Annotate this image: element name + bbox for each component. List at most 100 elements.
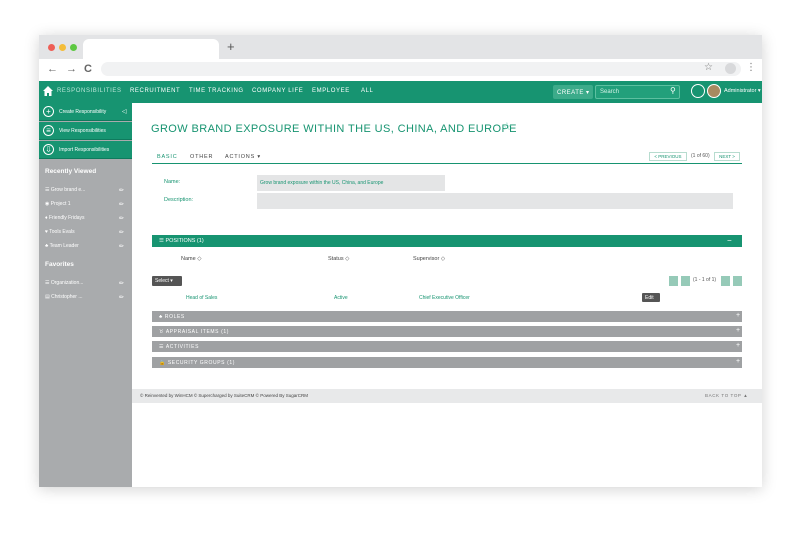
search-input[interactable]: Search xyxy=(595,85,680,99)
roles-subpanel[interactable]: ♣ ROLES + xyxy=(152,311,742,322)
description-value xyxy=(257,193,733,209)
sidebar-action-label: View Responsibilities xyxy=(59,128,106,134)
roles-title: ♣ ROLES xyxy=(159,314,185,320)
list-icon: ≡ xyxy=(43,125,54,136)
new-tab-button[interactable]: + xyxy=(227,40,235,54)
profile-icon[interactable] xyxy=(725,63,736,74)
sidebar-view-responsibilities[interactable]: ≡ View Responsibilities xyxy=(39,122,132,140)
security-groups-subpanel[interactable]: 🔒 SECURITY GROUPS (1) + xyxy=(152,357,742,368)
url-input[interactable] xyxy=(101,62,741,76)
activities-subpanel[interactable]: ☰ ACTIVITIES + xyxy=(152,341,742,352)
detail-tabs: BASIC OTHER ACTIONS ▾ < PREVIOUS (1 of 6… xyxy=(152,152,742,164)
pencil-icon[interactable]: ✏ xyxy=(119,280,124,287)
import-icon: ⇩ xyxy=(43,144,54,155)
main-nav: RESPONSIBILITIES RECRUITMENT TIME TRACKI… xyxy=(39,81,762,103)
create-button[interactable]: CREATE ▾ xyxy=(553,85,593,99)
next-button[interactable]: NEXT > xyxy=(714,152,740,161)
next-page-icon[interactable] xyxy=(721,276,730,286)
column-supervisor[interactable]: Supervisor ◇ xyxy=(413,256,445,262)
position-status: Active xyxy=(334,295,348,301)
pencil-icon[interactable]: ✏ xyxy=(119,294,124,301)
activities-title: ☰ ACTIVITIES xyxy=(159,344,200,350)
first-page-icon[interactable] xyxy=(669,276,678,286)
search-icon[interactable]: ⚲ xyxy=(670,86,676,95)
footer: © Reinvented by WinHCM © Supercharged by… xyxy=(132,389,762,403)
expand-icon[interactable]: + xyxy=(736,312,740,319)
recent-item[interactable]: ♥ Tools Evals ✏ xyxy=(45,229,127,239)
sidebar-create-responsibility[interactable]: + Create Responsibility ◁ xyxy=(39,103,132,121)
recent-item[interactable]: ♦ Friendly Fridays ✏ xyxy=(45,215,127,225)
back-arrow-icon[interactable]: ← xyxy=(47,62,58,76)
appraisal-items-subpanel[interactable]: ♉ APPRAISAL ITEMS (1) + xyxy=(152,326,742,337)
notification-icon[interactable] xyxy=(691,84,705,98)
collapse-sidebar-icon[interactable]: ◁ xyxy=(122,108,127,115)
list-icon: ☰ xyxy=(45,187,50,193)
position-supervisor-link[interactable]: Chief Executive Officer xyxy=(419,295,470,301)
select-dropdown[interactable]: Select ▾ xyxy=(152,276,182,286)
nav-employee[interactable]: EMPLOYEE xyxy=(312,88,350,94)
collapse-icon[interactable]: − xyxy=(727,236,732,245)
page-title: GROW BRAND EXPOSURE WITHIN THE US, CHINA… xyxy=(151,123,517,135)
favorite-item[interactable]: ☰ Organization... ✏ xyxy=(45,280,127,290)
tab-basic[interactable]: BASIC xyxy=(157,154,178,160)
browser-tabbar: + xyxy=(39,35,762,59)
maximize-window-dot[interactable] xyxy=(70,44,77,51)
nav-responsibilities[interactable]: RESPONSIBILITIES xyxy=(57,88,122,94)
expand-icon[interactable]: + xyxy=(736,358,740,365)
nav-time-tracking[interactable]: TIME TRACKING xyxy=(189,88,244,94)
reload-icon[interactable]: C xyxy=(84,62,92,76)
positions-subpanel-header[interactable]: ☰ POSITIONS (1) − xyxy=(152,235,742,247)
nav-recruitment[interactable]: RECRUITMENT xyxy=(130,88,180,94)
column-name[interactable]: Name ◇ xyxy=(181,256,201,262)
record-icon: ▤ xyxy=(45,294,50,300)
recent-item-label: Team Leader xyxy=(49,243,79,249)
favorite-item-label: Christopher ... xyxy=(51,294,83,300)
avatar[interactable] xyxy=(707,84,721,98)
recent-item[interactable]: ◉ Project 1 ✏ xyxy=(45,201,127,211)
edit-button[interactable]: Edit ▾ xyxy=(642,293,660,307)
tab-actions[interactable]: ACTIONS ▾ xyxy=(225,154,261,160)
nav-company-life[interactable]: COMPANY LIFE xyxy=(252,88,303,94)
tab-other[interactable]: OTHER xyxy=(190,154,213,160)
pagination-text: (1 - 1 of 1) xyxy=(693,277,717,283)
previous-button[interactable]: < PREVIOUS xyxy=(649,152,687,161)
people-icon: ♣ xyxy=(45,243,49,249)
browser-tab[interactable] xyxy=(83,39,219,59)
detail-panel: Name: Grow brand exposure within the US,… xyxy=(152,165,742,225)
browser-menu-icon[interactable]: ⋮ xyxy=(746,62,756,73)
home-icon[interactable] xyxy=(43,86,53,96)
address-bar: ← → C ☆ ⋮ xyxy=(39,59,762,79)
name-value: Grow brand exposure within the US, China… xyxy=(257,175,445,191)
description-label: Description: xyxy=(164,197,194,203)
back-to-top-link[interactable]: BACK TO TOP ▲ xyxy=(705,393,748,398)
minimize-window-dot[interactable] xyxy=(59,44,66,51)
recent-item[interactable]: ☰ Grow brand e... ✏ xyxy=(45,187,127,197)
expand-icon[interactable]: + xyxy=(736,327,740,334)
security-groups-title: 🔒 SECURITY GROUPS (1) xyxy=(159,360,235,366)
close-window-dot[interactable] xyxy=(48,44,55,51)
last-page-icon[interactable] xyxy=(733,276,742,286)
user-menu[interactable]: Administrator ▾ xyxy=(724,88,761,94)
favorite-star-icon[interactable]: ☆ xyxy=(502,120,512,133)
event-icon: ♦ xyxy=(45,215,48,221)
sidebar-import-responsibilities[interactable]: ⇩ Import Responsibilities xyxy=(39,141,132,159)
pencil-icon[interactable]: ✏ xyxy=(119,229,124,236)
pencil-icon[interactable]: ✏ xyxy=(119,187,124,194)
recent-item-label: Friendly Fridays xyxy=(48,215,85,221)
favorites-heading: Favorites xyxy=(45,261,74,268)
position-name-link[interactable]: Head of Sales xyxy=(186,295,217,301)
column-status[interactable]: Status ◇ xyxy=(328,256,349,262)
pencil-icon[interactable]: ✏ xyxy=(119,201,124,208)
list-icon: ☰ xyxy=(45,280,50,286)
nav-all[interactable]: ALL xyxy=(361,88,373,94)
bookmark-star-icon[interactable]: ☆ xyxy=(704,62,713,73)
pencil-icon[interactable]: ✏ xyxy=(119,243,124,250)
appraisal-items-title: ♉ APPRAISAL ITEMS (1) xyxy=(159,329,229,335)
favorite-item[interactable]: ▤ Christopher ... ✏ xyxy=(45,294,127,304)
recent-item[interactable]: ♣ Team Leader ✏ xyxy=(45,243,127,253)
forward-arrow-icon[interactable]: → xyxy=(66,62,77,76)
expand-icon[interactable]: + xyxy=(736,342,740,349)
prev-page-icon[interactable] xyxy=(681,276,690,286)
sidebar-action-label: Create Responsibility xyxy=(59,109,107,115)
pencil-icon[interactable]: ✏ xyxy=(119,215,124,222)
